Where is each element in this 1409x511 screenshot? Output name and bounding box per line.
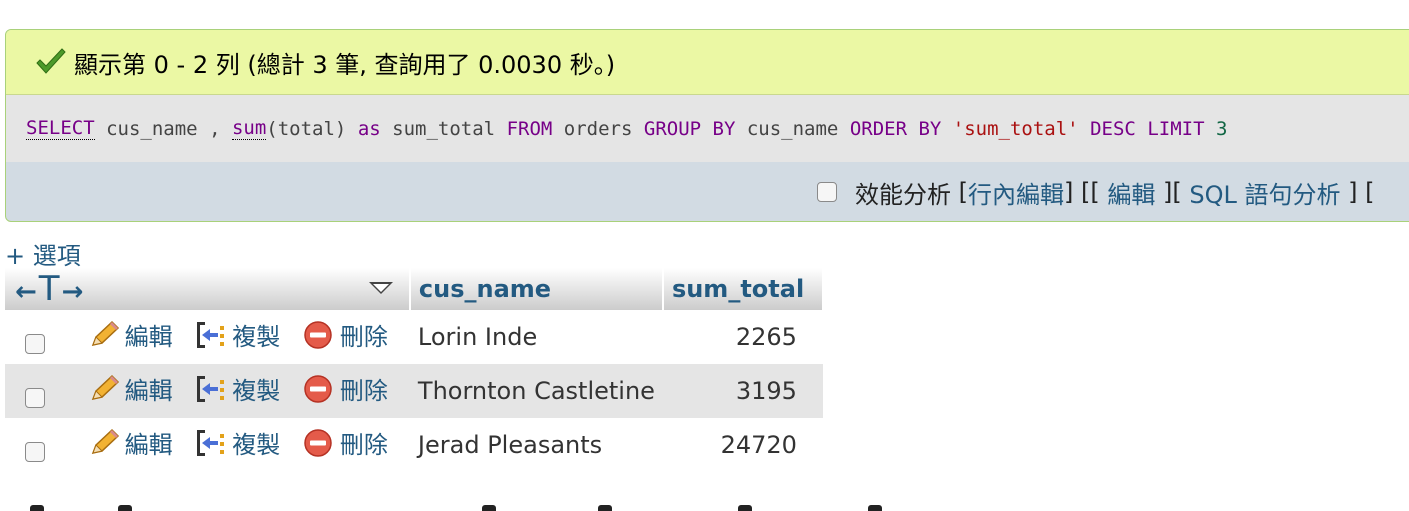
arrow-left-icon[interactable]: ← [15, 277, 37, 307]
table-row: 編輯 複製 刪除 [5, 364, 823, 418]
edit-action[interactable]: 編輯 [87, 425, 173, 460]
bracket-separator: ] [1155, 178, 1173, 206]
bracket-tail: ] [ [1340, 178, 1383, 206]
sql-limit-keyword: LIMIT [1147, 117, 1205, 140]
sql-from-keyword: FROM [506, 117, 553, 140]
copy-action[interactable]: 複製 [194, 371, 280, 406]
sql-order-by-keyword: ORDER BY [849, 117, 942, 140]
pencil-icon [91, 374, 119, 400]
copy-icon [197, 321, 225, 348]
query-result-panel: 顯示第 0 - 2 列 (總計 3 筆, 查詢用了 0.0030 秒。) SEL… [5, 29, 1409, 222]
delete-icon [304, 429, 332, 457]
bracket-separator: ] [ [1064, 178, 1091, 206]
sql-query[interactable]: SELECT cus_name , sum (total) as sum_tota… [6, 95, 1409, 162]
copy-label: 複製 [232, 323, 281, 352]
sum-total-cell[interactable]: 3195 [662, 364, 823, 418]
delete-icon [304, 321, 332, 349]
options-toggle[interactable]: + 選項 [5, 236, 81, 271]
bracket-space: [ [1090, 178, 1108, 206]
sql-limit-value: 3 [1215, 117, 1228, 140]
profiling-checkbox[interactable] [817, 182, 837, 202]
bracket-space: [ [1172, 178, 1190, 206]
cus-name-cell[interactable]: Jerad Pleasants [410, 418, 663, 472]
sql-explain-link[interactable]: SQL 語句分析 [1189, 175, 1340, 210]
sql-table: orders [563, 117, 633, 140]
copy-icon [197, 429, 225, 456]
row-checkbox[interactable] [25, 333, 45, 354]
sql-comma: , [209, 117, 221, 140]
copy-icon [197, 375, 225, 402]
sql-as-keyword: as [357, 117, 381, 140]
pencil-icon [91, 320, 119, 346]
row-actions: 編輯 複製 刪除 [5, 364, 410, 418]
edit-label: 編輯 [124, 431, 173, 460]
edit-label: 編輯 [124, 377, 173, 406]
bracket: [ [958, 178, 969, 206]
row-actions: 編輯 複製 刪除 [5, 310, 410, 364]
copy-action[interactable]: 複製 [194, 317, 280, 352]
sql-column: cus_name [106, 117, 198, 140]
query-links-bar: 效能分析 [ 行內編輯 ] [ [ 編輯 ] [ SQL 語句分析 ] [ [6, 162, 1409, 221]
dropdown-triangle-icon[interactable] [368, 282, 393, 294]
column-arrows-header: ←T→ [5, 268, 411, 310]
copy-label: 複製 [232, 377, 281, 406]
table-row: 編輯 複製 刪除 [5, 310, 823, 364]
sql-group-column: cus_name [746, 117, 839, 140]
row-checkbox[interactable] [25, 387, 45, 408]
success-message: 顯示第 0 - 2 列 (總計 3 筆, 查詢用了 0.0030 秒。) [6, 30, 1409, 95]
column-header-sum-total[interactable]: sum_total [662, 268, 824, 310]
copy-label: 複製 [232, 431, 281, 460]
row-actions: 編輯 複製 刪除 [5, 418, 410, 472]
sql-sum-function[interactable]: sum [231, 117, 267, 140]
sum-total-cell[interactable]: 2265 [663, 310, 823, 364]
table-header-row: ←T→ cus_name sum_total [5, 268, 824, 310]
copy-action[interactable]: 複製 [194, 425, 280, 460]
delete-icon [304, 375, 332, 403]
row-checkbox[interactable] [25, 441, 45, 462]
sql-sum-arg: (total) [266, 117, 347, 140]
delete-action[interactable]: 刪除 [302, 317, 388, 352]
table-row: 編輯 複製 刪除 [5, 418, 823, 472]
delete-label: 刪除 [339, 377, 388, 406]
pencil-icon [91, 428, 119, 454]
inline-edit-link[interactable]: 行內編輯 [968, 175, 1064, 210]
success-message-text: 顯示第 0 - 2 列 (總計 3 筆, 查詢用了 0.0030 秒。) [74, 50, 616, 79]
sql-alias: sum_total [392, 117, 496, 140]
results-table: ←T→ cus_name sum_total 編輯 複製 刪除 Lorin In… [5, 268, 824, 472]
checkmark-icon [36, 48, 66, 74]
sql-select-keyword[interactable]: SELECT [26, 117, 95, 140]
delete-action[interactable]: 刪除 [302, 425, 388, 460]
edit-link[interactable]: 編輯 [1107, 175, 1155, 210]
profiling-label: 效能分析 [855, 180, 951, 209]
sql-group-by-keyword: GROUP BY [643, 117, 736, 140]
t-bar-icon: T [38, 269, 60, 309]
cus-name-cell[interactable]: Thornton Castletine [409, 364, 663, 418]
arrow-right-icon[interactable]: → [62, 277, 84, 307]
delete-label: 刪除 [339, 431, 388, 460]
sum-total-cell[interactable]: 24720 [663, 418, 823, 472]
edit-label: 編輯 [124, 323, 173, 352]
edit-action[interactable]: 編輯 [87, 371, 173, 406]
cut-off-controls [0, 505, 1409, 511]
delete-label: 刪除 [339, 323, 388, 352]
edit-action[interactable]: 編輯 [87, 317, 173, 352]
column-header-cus-name[interactable]: cus_name [409, 268, 664, 310]
sql-order-value: 'sum_total' [952, 117, 1079, 140]
sql-desc-keyword: DESC [1090, 117, 1136, 140]
cus-name-cell[interactable]: Lorin Inde [410, 310, 663, 364]
delete-action[interactable]: 刪除 [302, 371, 388, 406]
